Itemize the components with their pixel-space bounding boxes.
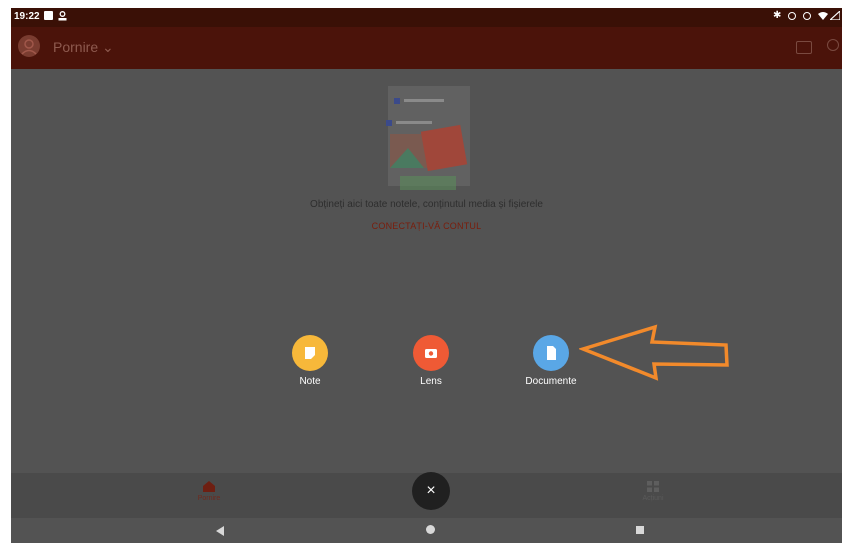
app-bar: Pornire ⌄ <box>11 27 842 69</box>
avatar[interactable] <box>18 35 40 57</box>
status-bar: 19:22 ✱ <box>11 8 842 27</box>
connect-account-link[interactable]: CONECTAȚI-VĂ CONTUL <box>11 221 842 231</box>
home-nav-icon[interactable] <box>426 525 435 534</box>
person-notification-icon <box>58 11 67 21</box>
page-title[interactable]: Pornire ⌄ <box>53 39 114 56</box>
close-fab-button[interactable]: × <box>412 472 450 510</box>
back-icon[interactable] <box>216 526 224 536</box>
system-navigation-bar <box>11 518 842 543</box>
document-icon <box>547 346 556 360</box>
lens-button[interactable] <box>413 335 449 371</box>
note-icon <box>305 347 315 359</box>
android-screen: 19:22 ✱ Pornire ⌄ Obțineți aici toate no… <box>11 8 842 543</box>
status-time: 19:22 <box>14 11 40 22</box>
empty-state-illustration <box>386 86 470 190</box>
note-button[interactable] <box>292 335 328 371</box>
nav-item-actions[interactable]: Acțiuni <box>623 479 683 515</box>
home-icon <box>203 481 215 492</box>
grid-icon <box>647 481 659 492</box>
empty-state-message: Obțineți aici toate notele, conținutul m… <box>310 199 543 210</box>
annotation-arrow <box>579 324 729 381</box>
nav-item-home[interactable]: Pornire <box>179 479 239 515</box>
note-label: Note <box>299 376 321 387</box>
search-icon[interactable] <box>827 39 839 51</box>
location-icon <box>788 12 796 20</box>
documents-button[interactable] <box>533 335 569 371</box>
image-notification-icon <box>44 11 53 20</box>
signal-icon <box>828 9 841 23</box>
bluetooth-icon: ✱ <box>773 10 782 21</box>
nav-label-home: Pornire <box>197 495 221 502</box>
lens-label: Lens <box>420 376 442 387</box>
recents-icon[interactable] <box>636 526 644 534</box>
data-saver-icon <box>803 12 811 20</box>
wifi-icon <box>818 11 828 23</box>
camera-icon <box>425 349 437 358</box>
nav-label-actions: Acțiuni <box>642 495 664 502</box>
folder-icon[interactable] <box>796 41 812 54</box>
